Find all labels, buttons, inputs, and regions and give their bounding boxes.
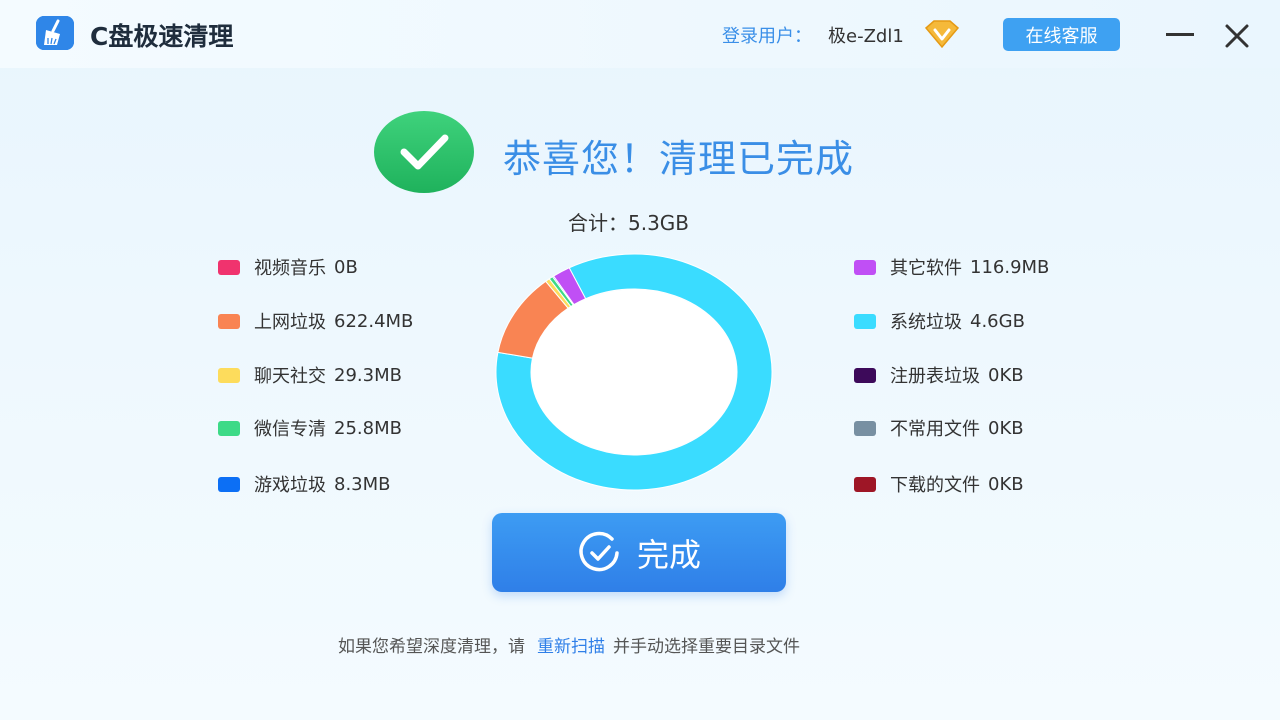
done-button-label: 完成 <box>636 535 701 574</box>
login-user-label: 登录用户： <box>722 26 812 47</box>
legend-swatch <box>854 259 876 275</box>
legend-item-game-junk: 游戏垃圾 8.3MB <box>218 471 391 497</box>
legend-swatch <box>218 367 240 383</box>
legend-label: 视频音乐 <box>254 258 326 279</box>
legend-label: 微信专清 <box>254 419 326 440</box>
legend-swatch <box>854 476 876 492</box>
legend-item-web-junk: 上网垃圾 622.4MB <box>218 308 413 334</box>
legend-size: 0KB <box>988 417 1024 439</box>
legend-label: 不常用文件 <box>890 419 980 440</box>
legend-swatch <box>218 476 240 492</box>
legend-item-registry-junk: 注册表垃圾 0KB <box>854 362 1024 388</box>
legend-item-chat-social: 聊天社交 29.3MB <box>218 362 402 388</box>
legend-size: 25.8MB <box>334 417 402 439</box>
legend-swatch <box>854 367 876 383</box>
hint-prefix: 如果您希望深度清理，请 <box>338 637 525 657</box>
done-button[interactable]: 完成 <box>492 513 786 592</box>
legend-size: 4.6GB <box>970 310 1025 332</box>
legend-swatch <box>218 313 240 329</box>
deep-clean-hint: 如果您希望深度清理，请 重新扫描 并手动选择重要目录文件 <box>338 632 800 657</box>
legend-size: 0B <box>334 256 358 278</box>
legend-item-video-music: 视频音乐 0B <box>218 254 358 280</box>
legend-size: 0KB <box>988 364 1024 386</box>
total-size: 合计：5.3GB <box>568 211 690 235</box>
minimize-icon[interactable] <box>1165 24 1195 44</box>
check-circle-icon <box>579 531 619 571</box>
legend-label: 上网垃圾 <box>254 312 326 333</box>
legend-size: 0KB <box>988 473 1024 495</box>
legend-swatch <box>218 420 240 436</box>
user-name: 极e-Zdl1 <box>828 26 904 47</box>
legend-swatch <box>218 259 240 275</box>
donut-hole <box>531 289 737 455</box>
legend-size: 622.4MB <box>334 310 414 332</box>
app-title: C盘极速清理 <box>90 22 234 51</box>
legend-size: 8.3MB <box>334 473 391 495</box>
legend-item-system-junk: 系统垃圾 4.6GB <box>854 308 1025 334</box>
legend-label: 聊天社交 <box>254 366 326 387</box>
legend-item-wechat-clean: 微信专清 25.8MB <box>218 415 402 441</box>
cleanup-donut-chart <box>495 253 773 491</box>
legend-label: 游戏垃圾 <box>254 475 326 496</box>
legend-label: 下载的文件 <box>890 475 980 496</box>
legend-item-downloaded-files: 下载的文件 0KB <box>854 471 1024 497</box>
legend-item-rarely-used-files: 不常用文件 0KB <box>854 415 1024 441</box>
vip-diamond-icon <box>922 18 962 50</box>
legend-label: 其它软件 <box>890 258 962 279</box>
rescan-link[interactable]: 重新扫描 <box>537 637 605 657</box>
legend-item-other-software: 其它软件 116.9MB <box>854 254 1049 280</box>
success-check-icon <box>373 110 475 194</box>
legend-swatch <box>854 420 876 436</box>
close-icon[interactable] <box>1223 22 1251 50</box>
legend-size: 116.9MB <box>970 256 1050 278</box>
broom-icon <box>36 16 74 50</box>
legend-label: 注册表垃圾 <box>890 366 980 387</box>
title-bar: C盘极速清理 登录用户： 极e-Zdl1 在线客服 <box>0 0 1280 68</box>
hint-suffix: 并手动选择重要目录文件 <box>613 637 800 657</box>
online-service-button[interactable]: 在线客服 <box>1003 18 1120 51</box>
completion-headline: 恭喜您！清理已完成 <box>503 137 855 181</box>
legend-size: 29.3MB <box>334 364 402 386</box>
legend-swatch <box>854 313 876 329</box>
legend-label: 系统垃圾 <box>890 312 962 333</box>
